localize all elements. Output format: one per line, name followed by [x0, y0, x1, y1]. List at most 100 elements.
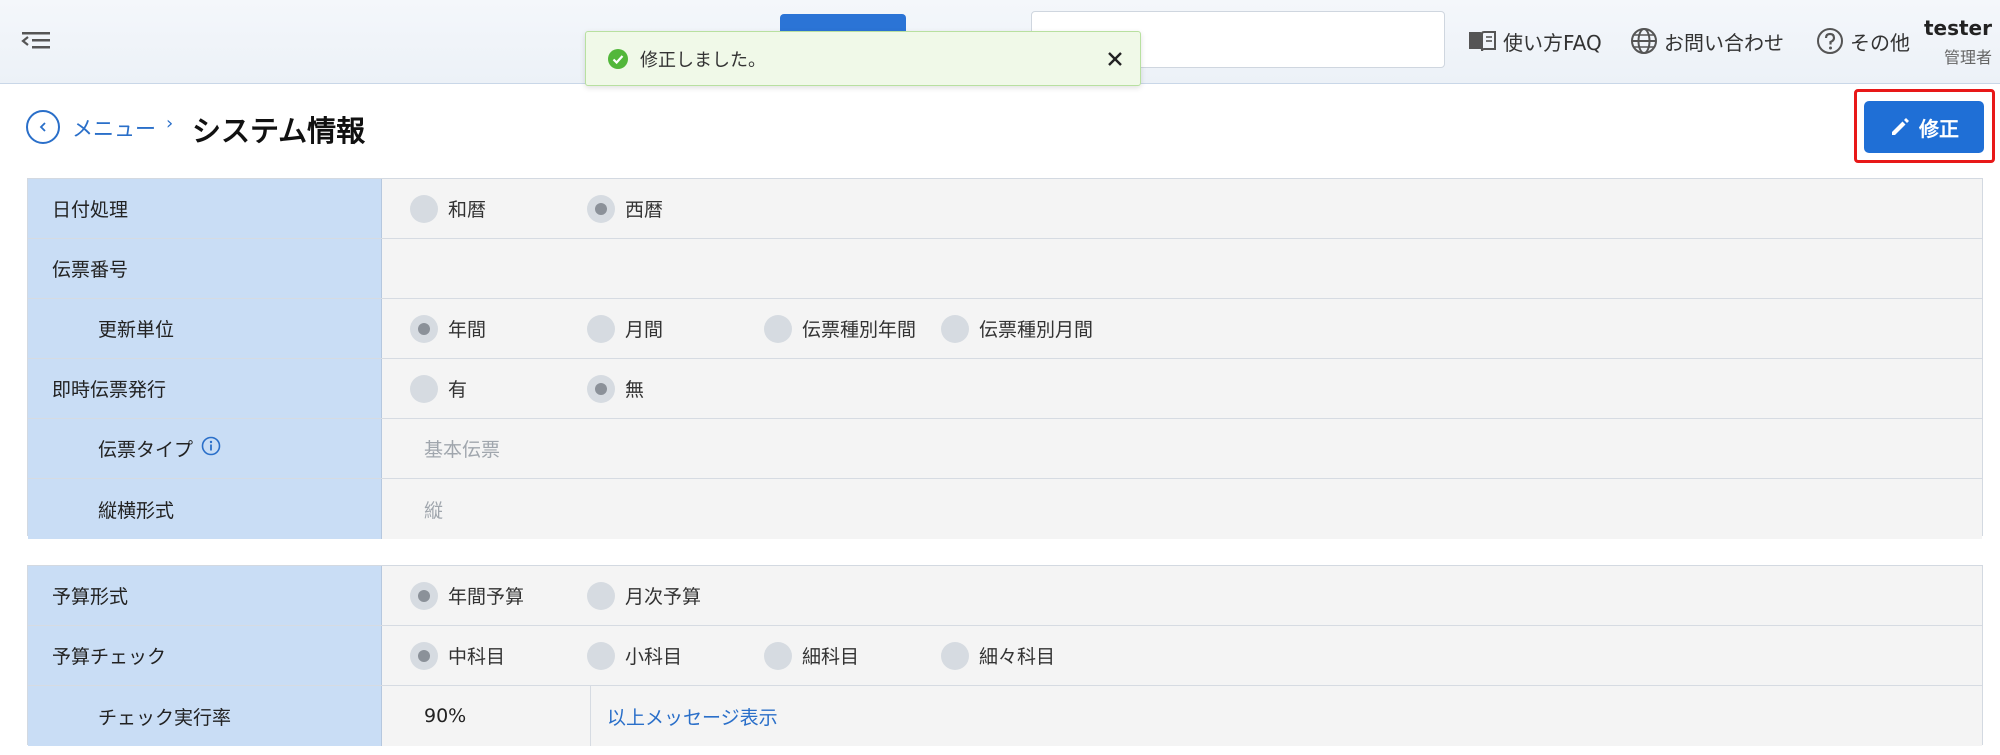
row-label: チェック実行率 — [28, 686, 382, 746]
radio-label: 有 — [448, 379, 468, 401]
success-toast: 修正しました。 — [585, 31, 1141, 86]
row-date-processing: 日付処理 和暦 西暦 — [28, 179, 1982, 239]
radio-wareki[interactable]: 和暦 — [410, 179, 486, 238]
radio-detail-account[interactable]: 細科目 — [764, 626, 859, 685]
hamburger-menu-icon[interactable] — [20, 26, 54, 56]
edit-button[interactable]: 修正 — [1864, 101, 1984, 153]
row-budget-check: 予算チェック 中科目 小科目 細科目 細々科目 — [28, 626, 1982, 686]
radio-circle — [587, 314, 615, 343]
date-processing-options: 和暦 西暦 — [382, 179, 1982, 238]
row-label: 予算チェック — [28, 626, 382, 685]
radio-circle — [764, 641, 792, 670]
slip-type-value: 基本伝票 — [424, 439, 501, 461]
row-orientation: 縦横形式 縦 — [28, 479, 1982, 539]
radio-yes[interactable]: 有 — [410, 359, 467, 418]
page-title: システム情報 — [192, 114, 366, 148]
radio-label: 細科目 — [802, 646, 860, 668]
row-budget-format: 予算形式 年間予算 月次予算 — [28, 566, 1982, 626]
orientation-value-cell: 縦 — [382, 479, 1982, 539]
radio-label: 月次予算 — [625, 586, 702, 608]
row-check-rate: チェック実行率 90% 以上メッセージ表示 — [28, 686, 1982, 746]
check-circle-icon — [608, 48, 628, 69]
radio-small-account[interactable]: 小科目 — [587, 626, 682, 685]
user-name: tester — [1923, 16, 1992, 40]
radio-label: 和暦 — [448, 199, 487, 221]
radio-circle-selected — [410, 314, 438, 343]
radio-circle — [587, 581, 615, 610]
check-rate-message-link[interactable]: 以上メッセージ表示 — [591, 686, 1982, 746]
radio-middle-account[interactable]: 中科目 — [410, 626, 505, 685]
radio-slip-type-annual[interactable]: 伝票種別年間 — [764, 299, 916, 358]
radio-circle-selected — [410, 641, 438, 670]
row-label: 即時伝票発行 — [28, 359, 382, 418]
contact-link[interactable]: お問い合わせ — [1630, 24, 1784, 58]
other-label: その他 — [1850, 30, 1910, 55]
contact-label: お問い合わせ — [1664, 30, 1784, 55]
row-label: 伝票タイプ — [98, 439, 194, 461]
radio-sub-detail-account[interactable]: 細々科目 — [941, 626, 1055, 685]
radio-circle-selected — [587, 374, 615, 403]
radio-circle — [410, 374, 438, 403]
radio-monthly[interactable]: 月間 — [587, 299, 663, 358]
row-slip-number: 伝票番号 — [28, 239, 1982, 299]
row-label: 日付処理 — [28, 179, 382, 238]
radio-circle — [764, 314, 792, 343]
radio-circle — [941, 641, 969, 670]
other-link[interactable]: その他 — [1816, 24, 1910, 58]
user-role: 管理者 — [1943, 48, 1992, 67]
radio-slip-type-monthly[interactable]: 伝票種別月間 — [941, 299, 1093, 358]
info-icon[interactable] — [201, 436, 221, 461]
radio-label: 西暦 — [625, 199, 664, 221]
radio-label: 年間 — [448, 319, 487, 341]
breadcrumb-separator: › — [166, 113, 174, 134]
radio-label: 中科目 — [448, 646, 506, 668]
radio-label: 年間予算 — [448, 586, 525, 608]
instant-issue-options: 有 無 — [382, 359, 1982, 418]
radio-circle — [410, 194, 438, 223]
close-icon[interactable] — [1104, 48, 1126, 70]
budget-settings-table: 予算形式 年間予算 月次予算 予算チェック 中科目 小科目 細科目 細々科目 チ… — [27, 565, 1983, 746]
row-update-unit: 更新単位 年間 月間 伝票種別年間 伝票種別月間 — [28, 299, 1982, 359]
radio-label: 伝票種別年間 — [802, 319, 917, 341]
breadcrumb-menu-link[interactable]: メニュー — [72, 113, 156, 143]
radio-circle — [941, 314, 969, 343]
budget-format-options: 年間予算 月次予算 — [382, 566, 1982, 625]
orientation-value: 縦 — [424, 499, 444, 522]
faq-label: 使い方FAQ — [1503, 30, 1602, 55]
radio-label: 無 — [625, 379, 645, 401]
help-circle-icon — [1817, 28, 1843, 54]
row-label: 更新単位 — [28, 299, 382, 358]
row-instant-issue: 即時伝票発行 有 無 — [28, 359, 1982, 419]
radio-no[interactable]: 無 — [587, 359, 644, 418]
update-unit-options: 年間 月間 伝票種別年間 伝票種別月間 — [382, 299, 1982, 358]
book-icon — [1469, 31, 1496, 52]
radio-seireki[interactable]: 西暦 — [587, 179, 663, 238]
radio-label: 細々科目 — [979, 646, 1056, 668]
slip-type-label-cell: 伝票タイプ — [28, 419, 382, 478]
edit-button-label: 修正 — [1919, 116, 1959, 141]
slip-type-value-cell: 基本伝票 — [382, 419, 1982, 478]
radio-monthly-budget[interactable]: 月次予算 — [587, 566, 701, 625]
faq-link[interactable]: 使い方FAQ — [1467, 24, 1602, 58]
row-label: 予算形式 — [28, 566, 382, 625]
globe-icon — [1631, 28, 1657, 54]
chevron-left-icon — [39, 122, 46, 132]
user-info[interactable]: tester 管理者 — [1922, 16, 1992, 68]
pencil-icon — [1892, 118, 1909, 135]
row-label: 縦横形式 — [28, 479, 382, 539]
radio-circle-selected — [587, 194, 615, 223]
radio-label: 小科目 — [625, 646, 683, 668]
back-button[interactable] — [26, 110, 60, 144]
slip-number-value — [382, 239, 1982, 298]
budget-check-options: 中科目 小科目 細科目 細々科目 — [382, 626, 1982, 685]
radio-circle — [587, 641, 615, 670]
toast-message: 修正しました。 — [640, 49, 766, 71]
radio-annual-budget[interactable]: 年間予算 — [410, 566, 524, 625]
radio-circle-selected — [410, 581, 438, 610]
check-rate-value: 90% — [382, 686, 591, 746]
radio-annual[interactable]: 年間 — [410, 299, 486, 358]
radio-label: 伝票種別月間 — [979, 319, 1094, 341]
radio-label: 月間 — [625, 319, 664, 341]
row-slip-type: 伝票タイプ 基本伝票 — [28, 419, 1982, 479]
row-label: 伝票番号 — [28, 239, 382, 298]
